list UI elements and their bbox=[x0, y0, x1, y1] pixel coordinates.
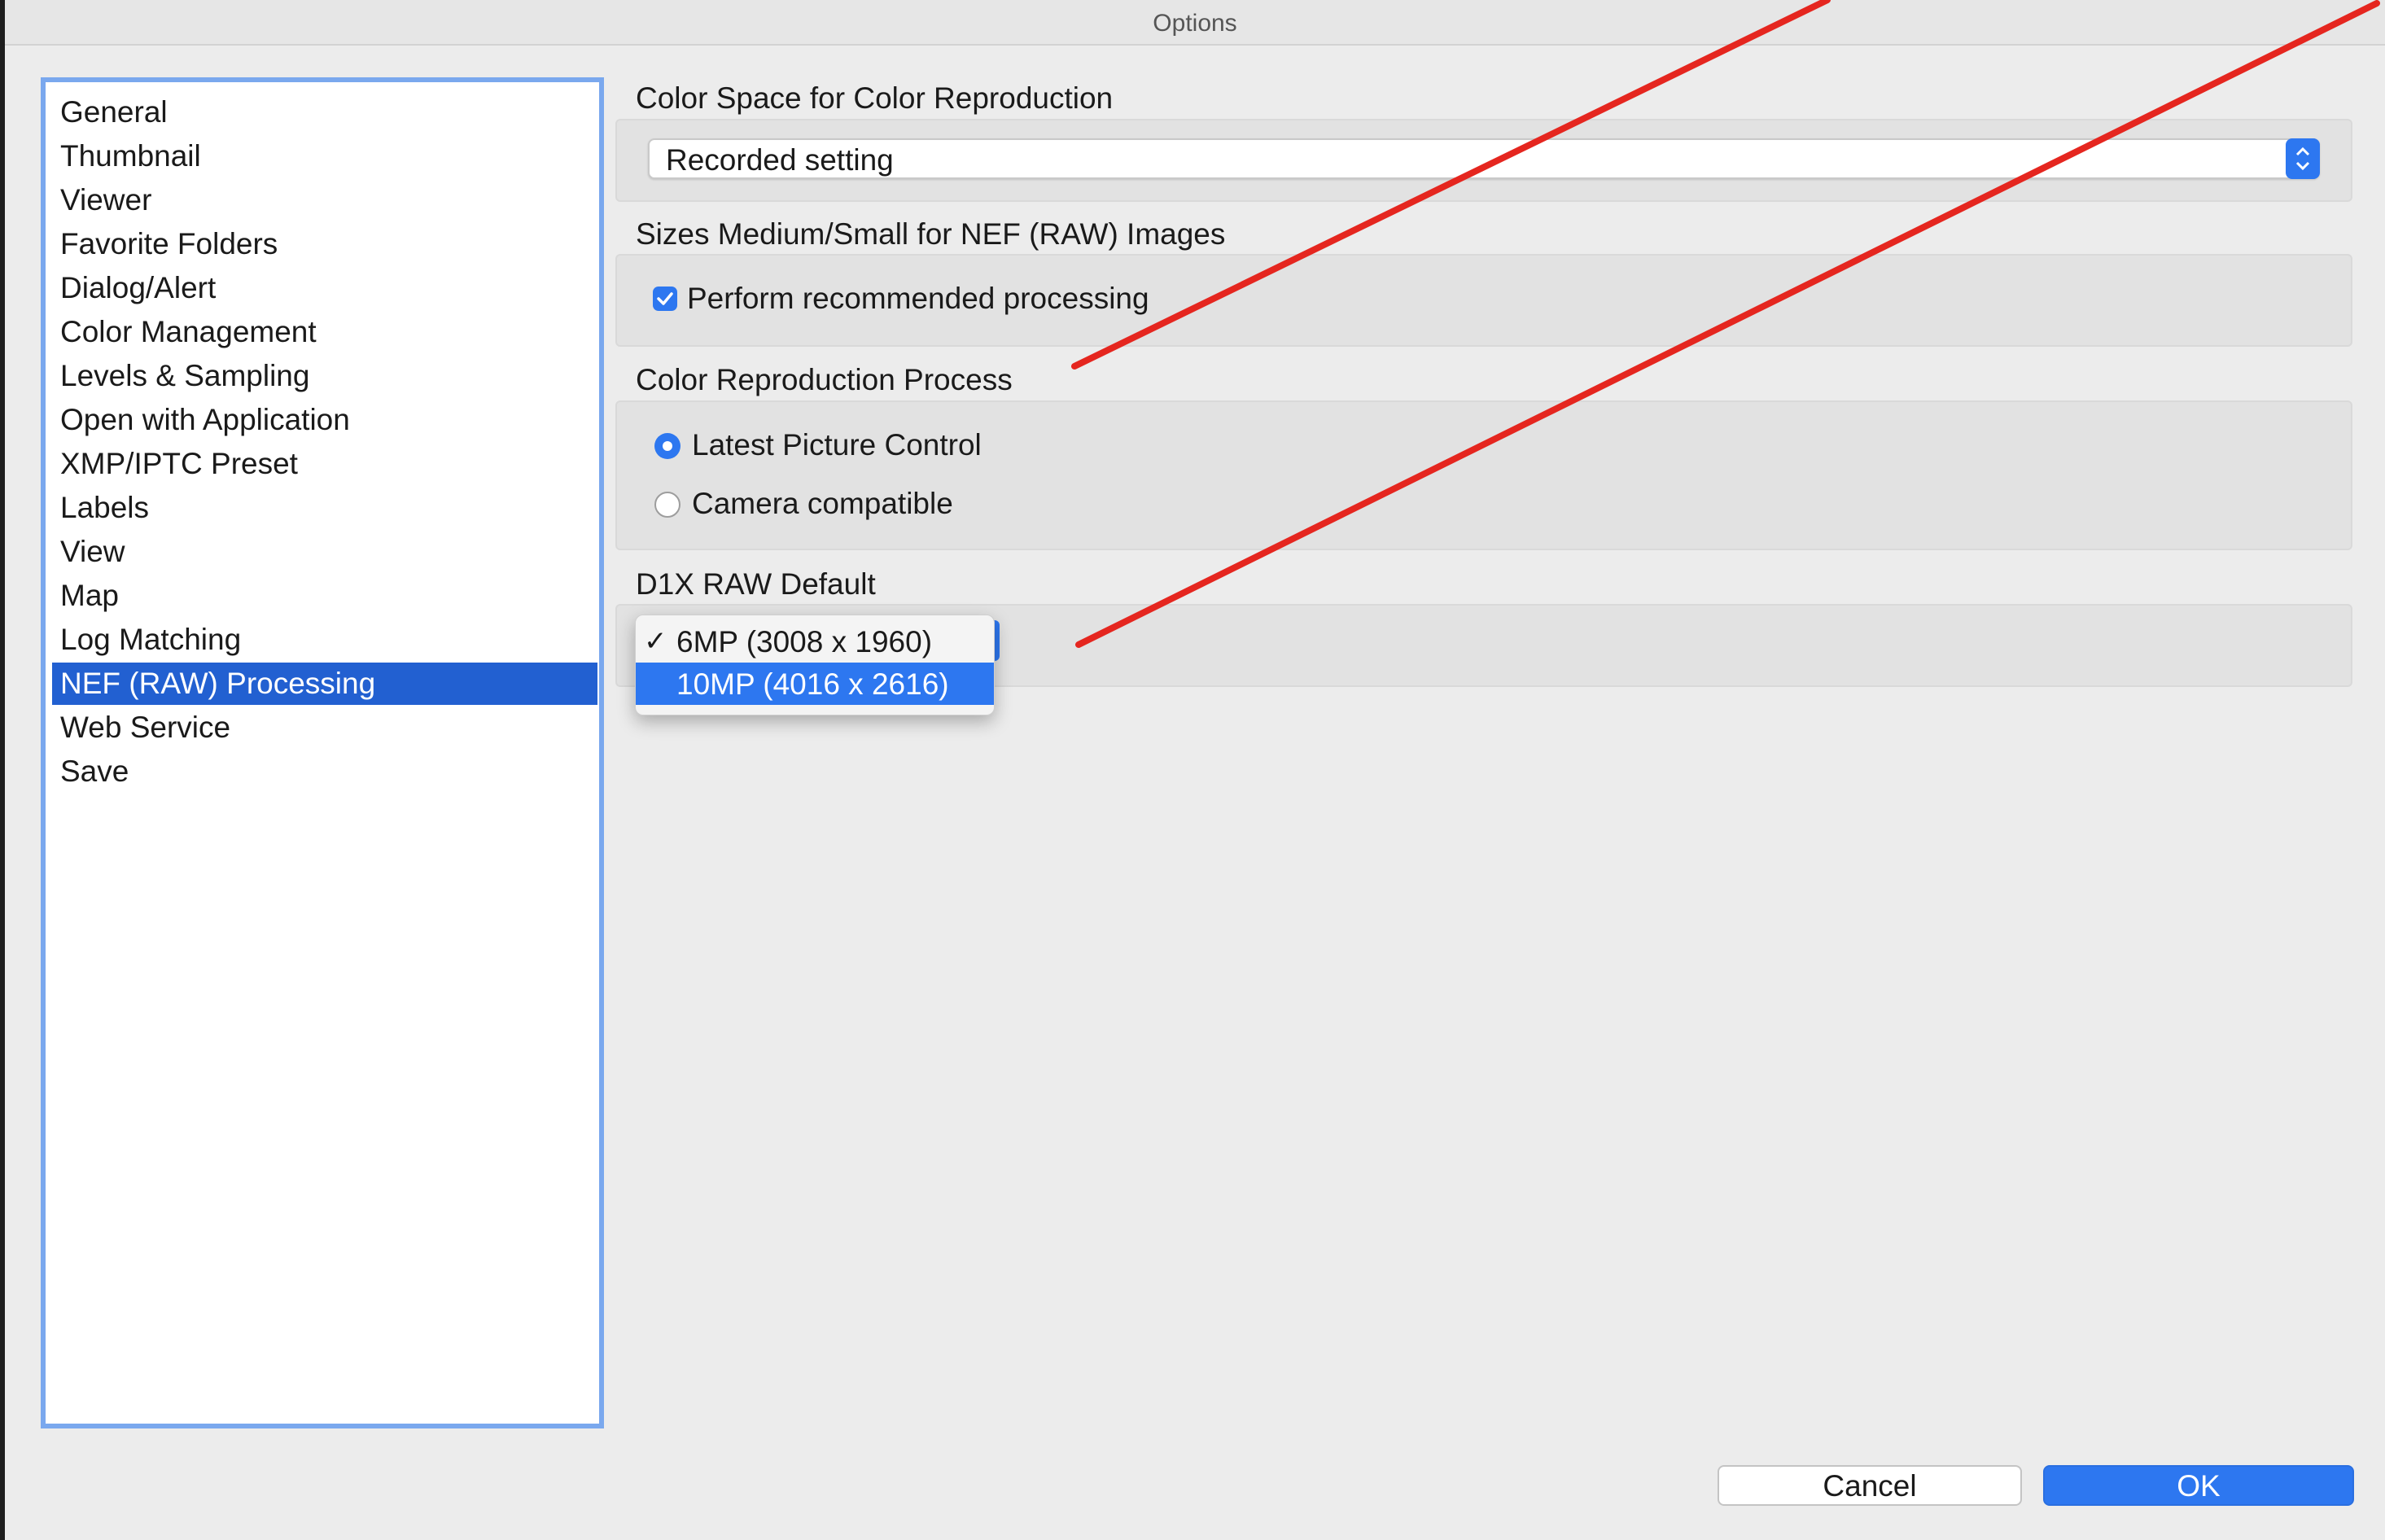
color-space-value: Recorded setting bbox=[666, 143, 894, 177]
sidebar-item-xmp-iptc-preset[interactable]: XMP/IPTC Preset bbox=[52, 443, 597, 485]
options-window: Options General Thumbnail Viewer Favorit… bbox=[5, 0, 2385, 1540]
sidebar-item-viewer[interactable]: Viewer bbox=[52, 179, 597, 221]
title-bar[interactable]: Options bbox=[5, 0, 2385, 46]
category-list[interactable]: General Thumbnail Viewer Favorite Folder… bbox=[41, 77, 604, 1428]
checkmark-icon[interactable] bbox=[653, 287, 677, 311]
sidebar-item-labels[interactable]: Labels bbox=[52, 487, 597, 529]
recommended-processing-checkbox[interactable]: Perform recommended processing bbox=[653, 280, 1385, 319]
sidebar-item-web-service[interactable]: Web Service bbox=[52, 707, 597, 749]
radio-camera-compatible[interactable]: Camera compatible bbox=[653, 485, 1223, 524]
window-title: Options bbox=[1153, 10, 1237, 37]
cancel-button[interactable]: Cancel bbox=[1718, 1465, 2022, 1506]
reproduction-heading: Color Reproduction Process bbox=[636, 363, 1013, 396]
sizes-heading: Sizes Medium/Small for NEF (RAW) Images bbox=[636, 217, 1226, 251]
radio-unselected-icon[interactable] bbox=[654, 492, 680, 518]
sidebar-item-log-matching[interactable]: Log Matching bbox=[52, 619, 597, 661]
sidebar-item-dialog-alert[interactable]: Dialog/Alert bbox=[52, 267, 597, 309]
sidebar-item-levels-sampling[interactable]: Levels & Sampling bbox=[52, 355, 597, 397]
recommended-processing-label: Perform recommended processing bbox=[687, 282, 1149, 315]
radio-latest-picture-control[interactable]: Latest Picture Control bbox=[653, 427, 1223, 466]
sidebar-item-map[interactable]: Map bbox=[52, 575, 597, 617]
sidebar-item-nef-raw-processing[interactable]: NEF (RAW) Processing bbox=[52, 663, 597, 705]
d1x-dropdown-menu[interactable]: ✓ 6MP (3008 x 1960) 10MP (4016 x 2616) bbox=[635, 615, 995, 715]
latest-picture-control-label: Latest Picture Control bbox=[692, 428, 982, 462]
radio-selected-icon[interactable] bbox=[654, 433, 680, 459]
ok-button[interactable]: OK bbox=[2043, 1465, 2354, 1506]
color-space-popup[interactable]: Recorded setting bbox=[648, 138, 2320, 179]
sidebar-item-view[interactable]: View bbox=[52, 531, 597, 573]
checkmark-icon: ✓ bbox=[644, 626, 667, 657]
sidebar-item-color-management[interactable]: Color Management bbox=[52, 311, 597, 353]
sidebar-item-general[interactable]: General bbox=[52, 91, 597, 133]
sidebar-item-open-with-application[interactable]: Open with Application bbox=[52, 399, 597, 441]
menu-item-6mp-label: 6MP (3008 x 1960) bbox=[676, 625, 933, 658]
d1x-heading: D1X RAW Default bbox=[636, 567, 876, 601]
sidebar-item-favorite-folders[interactable]: Favorite Folders bbox=[52, 223, 597, 265]
menu-item-6mp[interactable]: ✓ 6MP (3008 x 1960) bbox=[636, 620, 994, 663]
updown-chevron-icon bbox=[2286, 138, 2320, 179]
sidebar-item-thumbnail[interactable]: Thumbnail bbox=[52, 135, 597, 177]
menu-item-10mp[interactable]: 10MP (4016 x 2616) bbox=[636, 663, 994, 705]
camera-compatible-label: Camera compatible bbox=[692, 487, 953, 520]
reproduction-panel bbox=[615, 400, 2352, 550]
sidebar-item-save[interactable]: Save bbox=[52, 750, 597, 793]
color-space-heading: Color Space for Color Reproduction bbox=[636, 81, 1114, 115]
menu-item-10mp-label: 10MP (4016 x 2616) bbox=[676, 667, 949, 701]
